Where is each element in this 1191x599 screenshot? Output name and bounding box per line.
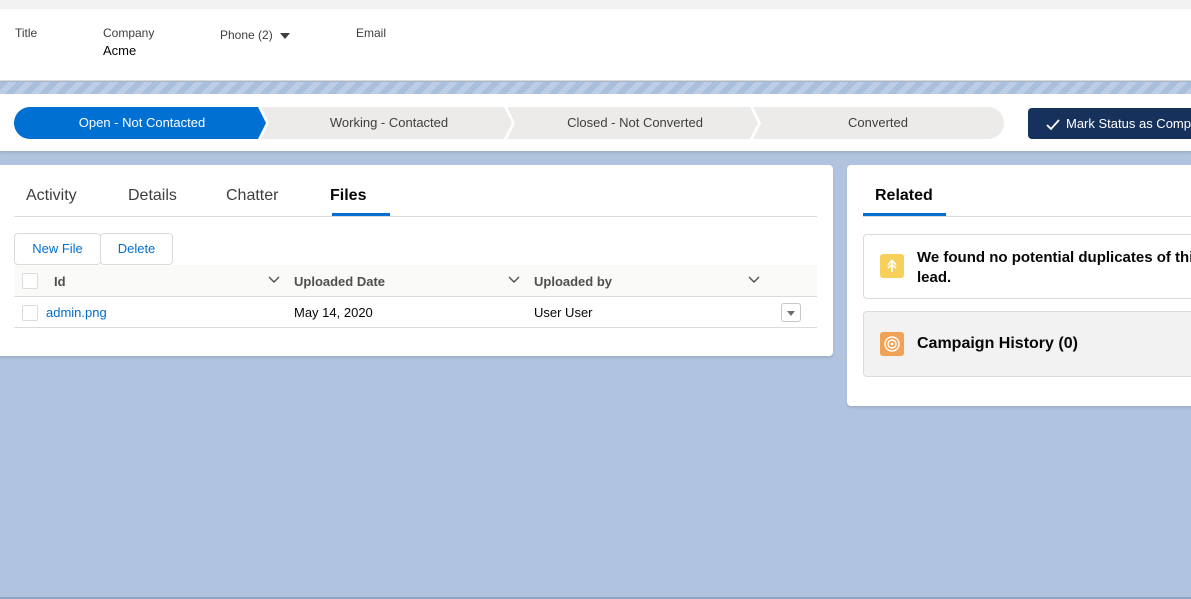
stage-closed-not-converted[interactable]: Closed - Not Converted — [512, 110, 758, 136]
uploaded-date-cell: May 14, 2020 — [294, 305, 373, 320]
caret-down-icon — [787, 311, 795, 316]
phone-label[interactable]: Phone (2) — [220, 28, 273, 42]
chevron-down-icon[interactable] — [747, 275, 761, 285]
title-label: Title — [15, 26, 38, 40]
stage-converted[interactable]: Converted — [758, 110, 998, 136]
campaign-target-icon — [880, 332, 904, 356]
column-header-uploaded-date[interactable]: Uploaded Date — [294, 274, 385, 289]
active-tab-indicator — [863, 213, 946, 216]
campaign-history-card[interactable]: Campaign History (0) — [863, 311, 1191, 377]
company-field: Company Acme — [103, 26, 154, 58]
select-all-checkbox[interactable] — [22, 273, 38, 289]
duplicate-icon — [880, 254, 904, 278]
title-field: Title — [15, 26, 37, 43]
duplicates-message: We found no potential duplicates of this… — [917, 249, 1191, 286]
highlights-panel: Title Company Acme Phone (2) Email — [0, 9, 1191, 81]
files-table-header: Id Uploaded Date Uploaded by — [14, 265, 817, 297]
chevron-down-icon[interactable] — [507, 275, 521, 285]
column-header-id[interactable]: Id — [54, 274, 66, 289]
column-header-uploaded-by[interactable]: Uploaded by — [534, 274, 612, 289]
tab-files[interactable]: Files — [330, 187, 366, 205]
chevron-down-icon[interactable] — [267, 275, 281, 285]
duplicates-card: We found no potential duplicates of this… — [863, 234, 1191, 299]
table-row: admin.png May 14, 2020 User User — [14, 297, 817, 328]
file-link[interactable]: admin.png — [46, 305, 107, 320]
delete-button[interactable]: Delete — [100, 233, 173, 265]
chevron-down-icon[interactable] — [280, 32, 291, 39]
company-label: Company — [103, 26, 155, 40]
status-path: Open - Not Contacted Working - Contacted… — [0, 94, 1191, 151]
campaign-history-title[interactable]: Campaign History (0) — [917, 335, 1078, 353]
background-pattern — [0, 82, 1191, 94]
email-field: Email — [356, 26, 386, 43]
company-value: Acme — [103, 43, 137, 58]
uploaded-by-cell: User User — [534, 305, 593, 320]
top-strip — [0, 0, 1191, 9]
active-tab-indicator — [332, 213, 390, 216]
row-checkbox[interactable] — [22, 305, 38, 321]
new-file-button[interactable]: New File — [14, 233, 101, 265]
related-card: Related We found no potential duplicates… — [847, 165, 1191, 406]
email-label: Email — [356, 26, 387, 40]
mark-status-label: Mark Status as Comp — [1066, 116, 1191, 131]
check-icon — [1046, 118, 1060, 130]
tab-activity[interactable]: Activity — [26, 187, 77, 205]
tab-chatter[interactable]: Chatter — [226, 187, 278, 205]
related-tabs: Related — [863, 165, 1191, 217]
tab-related[interactable]: Related — [875, 187, 933, 205]
record-tabs: Activity Details Chatter Files — [14, 165, 817, 217]
record-detail-card: Activity Details Chatter Files New File … — [0, 165, 833, 356]
tab-details[interactable]: Details — [128, 187, 177, 205]
stage-open-not-contacted[interactable]: Open - Not Contacted — [14, 110, 270, 136]
phone-field[interactable]: Phone (2) — [220, 28, 291, 42]
stage-working-contacted[interactable]: Working - Contacted — [266, 110, 512, 136]
row-actions-button[interactable] — [781, 303, 801, 322]
mark-status-complete-button[interactable]: Mark Status as Comp — [1028, 108, 1191, 139]
